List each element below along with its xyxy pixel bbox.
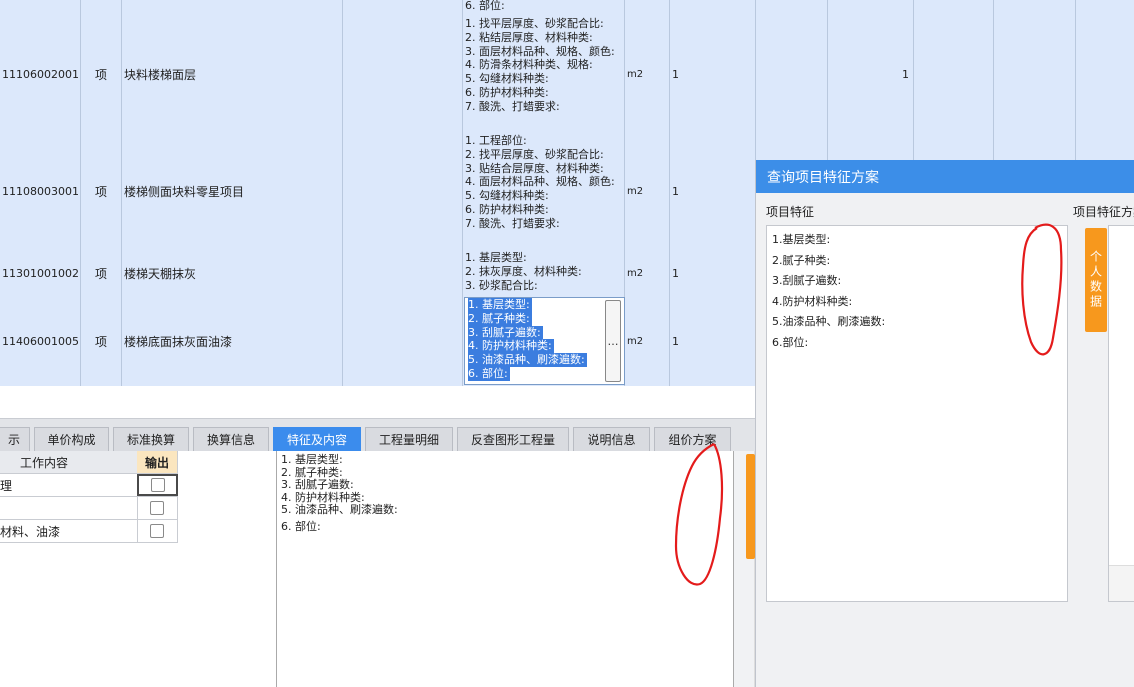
item-name: 块料楼梯面层 bbox=[122, 16, 343, 133]
feature-cell: 6. 部位: bbox=[463, 0, 625, 16]
tab-conversion-info[interactable]: 换算信息 bbox=[193, 427, 269, 451]
scheme-label: 项目特征方案 bbox=[1073, 205, 1134, 219]
scheme-box-footer bbox=[1109, 565, 1134, 601]
item-unit: m2 bbox=[625, 133, 670, 250]
ellipsis-button[interactable]: … bbox=[605, 300, 621, 382]
personal-data-button[interactable]: 个人数据 bbox=[1085, 228, 1107, 332]
item-unit: m2 bbox=[625, 16, 670, 133]
tab-description[interactable]: 说明信息 bbox=[573, 427, 650, 451]
output-checkbox[interactable] bbox=[150, 524, 164, 538]
item-name: 楼梯天棚抹灰 bbox=[122, 250, 343, 297]
query-feature-scheme-dialog: 查询项目特征方案 项目特征 项目特征方案 1.基层类型: 2.腻子种类: 3.刮… bbox=[755, 160, 1134, 687]
feature-cell[interactable]: 1. 找平层厚度、砂浆配合比: 2. 粘结层厚度、材料种类: 3. 面层材料品种… bbox=[463, 16, 625, 133]
detail-tab-bar: 示 单价构成 标准换算 换算信息 特征及内容 工程量明细 反查图形工程量 说明信… bbox=[0, 418, 755, 451]
tab-features-content[interactable]: 特征及内容 bbox=[273, 427, 361, 451]
item-unit: m2 bbox=[625, 297, 670, 386]
column-header-work: 工作内容 bbox=[0, 451, 158, 473]
side-strip bbox=[734, 451, 755, 687]
item-code: 11406001005 bbox=[0, 297, 81, 386]
item-quantity[interactable]: 1 bbox=[670, 16, 756, 133]
item-quantity[interactable]: 1 bbox=[670, 297, 756, 386]
item-value: 1 bbox=[828, 16, 914, 133]
output-checkbox[interactable] bbox=[150, 501, 164, 515]
item-type: 项 bbox=[81, 16, 122, 133]
dialog-title: 查询项目特征方案 bbox=[756, 160, 1134, 193]
tab-unit-price[interactable]: 单价构成 bbox=[34, 427, 109, 451]
item-name: 楼梯底面抹灰面油漆 bbox=[122, 297, 343, 386]
feature-text-area[interactable]: 1. 基层类型: 2. 腻子种类: 3. 刮腻子遍数: 4. 防护材料种类: 5… bbox=[276, 451, 734, 687]
red-annotation-mark bbox=[1021, 223, 1063, 356]
item-type: 项 bbox=[81, 133, 122, 250]
item-quantity[interactable]: 1 bbox=[670, 133, 756, 250]
feature-label: 项目特征 bbox=[766, 205, 815, 219]
item-code: 11106002001 bbox=[0, 16, 81, 133]
output-checkbox[interactable] bbox=[150, 478, 165, 492]
item-quantity[interactable]: 1 bbox=[670, 250, 756, 297]
item-name: 楼梯侧面块料零星项目 bbox=[122, 133, 343, 250]
feature-cell[interactable]: 1. 工程部位: 2. 找平层厚度、砂浆配合比: 3. 贴结合层厚度、材料种类:… bbox=[463, 133, 625, 250]
item-type: 项 bbox=[81, 297, 122, 386]
tab-hint[interactable]: 示 bbox=[0, 427, 30, 451]
item-unit: m2 bbox=[625, 250, 670, 297]
item-code: 11108003001 bbox=[0, 133, 81, 250]
feature-cell[interactable]: 1. 基层类型: 2. 抹灰厚度、材料种类: 3. 砂浆配合比: bbox=[463, 250, 625, 297]
scheme-list-box[interactable] bbox=[1108, 225, 1134, 602]
table-row[interactable]: 材料、油漆 bbox=[0, 520, 178, 543]
table-row[interactable] bbox=[0, 497, 178, 520]
tab-quantity-details[interactable]: 工程量明细 bbox=[365, 427, 453, 451]
tab-reverse-lookup[interactable]: 反查图形工程量 bbox=[457, 427, 569, 451]
personal-data-button-partial[interactable] bbox=[746, 454, 755, 559]
feature-editor[interactable]: 1. 基层类型: 2. 腻子种类: 3. 刮腻子遍数: 4. 防护材料种类: 5… bbox=[464, 297, 625, 385]
column-header-output: 输出 bbox=[137, 451, 178, 473]
table-row[interactable]: 11106002001 项 块料楼梯面层 1. 找平层厚度、砂浆配合比: 2. … bbox=[0, 16, 1134, 134]
item-type: 项 bbox=[81, 250, 122, 297]
red-annotation-mark bbox=[674, 443, 724, 586]
tab-standard-conversion[interactable]: 标准换算 bbox=[113, 427, 189, 451]
table-row[interactable]: 6. 部位: bbox=[0, 0, 1134, 17]
work-content-table: 工作内容 输出 理 材料、油漆 bbox=[0, 451, 178, 543]
table-row[interactable]: 理 bbox=[0, 474, 178, 497]
grid-empty-area bbox=[0, 386, 755, 418]
item-code: 11301001002 bbox=[0, 250, 81, 297]
table-header: 工作内容 输出 bbox=[0, 451, 178, 474]
selected-feature-text[interactable]: 1. 基层类型: 2. 腻子种类: 3. 刮腻子遍数: 4. 防护材料种类: 5… bbox=[468, 298, 587, 381]
